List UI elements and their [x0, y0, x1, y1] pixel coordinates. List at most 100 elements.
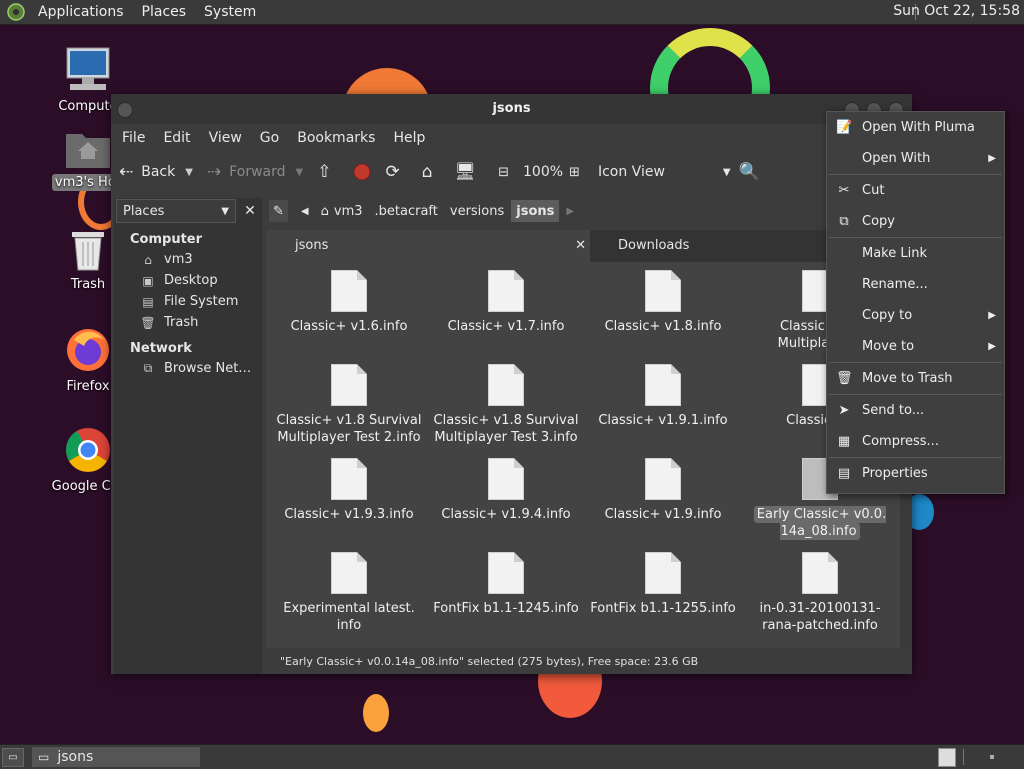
sidebar-item-label: Trash	[164, 315, 199, 330]
places-menu[interactable]: Places	[133, 4, 196, 20]
breadcrumb-scroll-left[interactable]: ◀	[295, 200, 314, 222]
home-button[interactable]: ⌂	[422, 162, 441, 182]
file-item[interactable]: FontFix b1.1-1245.info	[431, 544, 581, 617]
status-bar: "Early Classic+ v0.0.14a_08.info" select…	[280, 655, 699, 668]
sidebar-item-browse-network[interactable]: ⧉ Browse Net…	[114, 358, 262, 379]
tray-indicator	[990, 755, 994, 759]
stop-button[interactable]	[353, 163, 371, 181]
menu-help[interactable]: Help	[384, 130, 434, 146]
home-icon: ⌂	[421, 162, 433, 182]
file-name-text: Experimental latest. info	[283, 601, 415, 633]
context-menu-item[interactable]: Move to ▶	[827, 331, 1004, 362]
context-menu-item[interactable]: ▤ Properties	[827, 458, 1004, 489]
menu-file[interactable]: File	[113, 130, 154, 146]
system-menu[interactable]: System	[195, 4, 265, 20]
folder-icon: ▭	[38, 750, 50, 764]
breadcrumb-versions[interactable]: versions	[444, 200, 510, 222]
file-name: Experimental latest. info	[274, 600, 424, 634]
taskbar-item-jsons[interactable]: ▭ jsons	[32, 747, 200, 767]
tab-bar: jsons ✕ Downloads	[266, 230, 912, 262]
context-menu-item[interactable]: 🗑 Move to Trash	[827, 363, 1004, 394]
file-item[interactable]: Classic+ v1.9.3.info	[274, 450, 424, 523]
show-desktop-button[interactable]: ▭	[2, 748, 24, 767]
close-tab-icon[interactable]: ✕	[575, 230, 586, 262]
sidebar-type-select[interactable]: Places ▼	[116, 199, 236, 223]
tab-jsons[interactable]: jsons ✕	[266, 230, 590, 262]
file-item[interactable]: Experimental latest. info	[274, 544, 424, 634]
clock[interactable]: Sun Oct 22, 15:58	[893, 3, 1020, 19]
file-name-line: Classic+ v1.8.info	[604, 319, 722, 334]
file-item[interactable]: Classic+ v1.8 Survival Multiplayer Test 3…	[431, 356, 581, 446]
sidebar-item-trash[interactable]: 🗑 Trash	[114, 312, 262, 333]
file-item[interactable]: in-0.31-20100131- rana-patched.info	[745, 544, 895, 634]
file-item[interactable]: Classic+ v1.8.info	[588, 262, 738, 335]
context-menu-item[interactable]: Open With ▶	[827, 143, 1004, 174]
menu-edit[interactable]: Edit	[154, 130, 199, 146]
forward-label: Forward	[229, 164, 286, 180]
computer-button[interactable]: 🖥	[455, 162, 485, 182]
stop-icon	[353, 163, 371, 181]
network-icon: ⧉	[143, 361, 153, 375]
trash-icon: 🗑	[836, 371, 853, 386]
context-menu-item[interactable]: Copy to ▶	[827, 300, 1004, 331]
mate-logo-icon[interactable]	[7, 3, 25, 21]
context-menu-item[interactable]: ➤ Send to...	[827, 395, 1004, 426]
breadcrumb-betacraft[interactable]: .betacraft	[369, 200, 443, 222]
breadcrumb-scroll-right[interactable]: ▶	[561, 200, 579, 222]
menu-bookmarks[interactable]: Bookmarks	[288, 130, 384, 146]
search-button[interactable]: 🔍	[739, 162, 768, 182]
file-item[interactable]: Classic+ v1.9.4.info	[431, 450, 581, 523]
reload-button[interactable]: ⟳	[385, 162, 407, 182]
file-name-text: Classic+ v1.8.info	[605, 319, 722, 334]
file-name-text: Classic+ v1.9.info	[605, 507, 722, 522]
close-sidebar-icon[interactable]: ✕	[240, 203, 260, 219]
chevron-left-icon: ◀	[300, 205, 309, 217]
file-name: Early Classic+ v0.0. 14a_08.info	[745, 506, 895, 540]
context-menu-item[interactable]: ▦ Compress...	[827, 426, 1004, 457]
menu-go[interactable]: Go	[251, 130, 288, 146]
file-name-text: Classic+ v1.9.3.info	[284, 507, 413, 522]
document-icon	[488, 270, 524, 312]
zoom-level[interactable]: 100%	[523, 164, 563, 180]
sidebar-item-vm3[interactable]: ⌂ vm3	[114, 249, 262, 270]
file-icon-view[interactable]: Classic+ v1.6.info Classic+ v1.7.info Clas…	[266, 262, 900, 648]
context-menu-item[interactable]: Make Link	[827, 238, 1004, 269]
file-name-line: Multiplayer Test 3.info	[434, 430, 578, 445]
file-name: Classic+ v1.8 Survival Multiplayer Test 3…	[431, 412, 581, 446]
file-item[interactable]: FontFix b1.1-1255.info	[588, 544, 738, 617]
file-item[interactable]: Classic+ v1.9.info	[588, 450, 738, 523]
file-item[interactable]: Classic+ v1.7.info	[431, 262, 581, 335]
up-button[interactable]: ⇧	[317, 162, 339, 182]
sidebar-item-desktop[interactable]: ▣ Desktop	[114, 270, 262, 291]
view-mode-select[interactable]: Icon View ▼	[598, 164, 731, 180]
file-name-text: FontFix b1.1-1245.info	[433, 601, 579, 616]
context-menu-item[interactable]: ✂ Cut	[827, 175, 1004, 206]
window-menu-button[interactable]	[117, 102, 133, 118]
menu-view[interactable]: View	[200, 130, 251, 146]
scissors-icon: ✂	[838, 183, 850, 198]
back-history-dropdown[interactable]: ▼	[185, 167, 193, 178]
forward-history-dropdown[interactable]: ▼	[296, 167, 304, 178]
sidebar-item-filesystem[interactable]: ▤ File System	[114, 291, 262, 312]
file-name-text: Classic+ v1.8 Survival Multiplayer Test 2…	[277, 413, 422, 445]
zoom-in-button[interactable]: ⊞	[569, 165, 588, 180]
file-item[interactable]: Classic+ v1.6.info	[274, 262, 424, 335]
breadcrumb-jsons[interactable]: jsons	[511, 200, 560, 222]
breadcrumb-vm3[interactable]: ⌂ vm3	[315, 200, 368, 222]
sidebar-heading-computer: Computer	[130, 232, 203, 247]
location-edit-toggle[interactable]: ✎	[269, 200, 288, 222]
zoom-out-button[interactable]: ⊟	[498, 165, 517, 180]
context-menu-item[interactable]: 📝 Open With Pluma	[827, 112, 1004, 143]
forward-button[interactable]: ⇢ Forward	[207, 162, 286, 182]
back-button[interactable]: ⇠ Back	[119, 162, 175, 182]
context-menu-item[interactable]: ⧉ Copy	[827, 206, 1004, 237]
file-name-line: Experimental latest.	[283, 601, 415, 616]
file-name-text: in-0.31-20100131- rana-patched.info	[759, 601, 880, 633]
file-item[interactable]: Classic+ v1.9.1.info	[588, 356, 738, 429]
applications-menu[interactable]: Applications	[29, 4, 133, 20]
file-item[interactable]: Classic+ v1.8 Survival Multiplayer Test 2…	[274, 356, 424, 446]
window-titlebar[interactable]: jsons	[111, 94, 912, 124]
workspace-switcher[interactable]	[938, 748, 956, 767]
breadcrumb-label: vm3	[333, 203, 363, 219]
context-menu-item[interactable]: Rename...	[827, 269, 1004, 300]
